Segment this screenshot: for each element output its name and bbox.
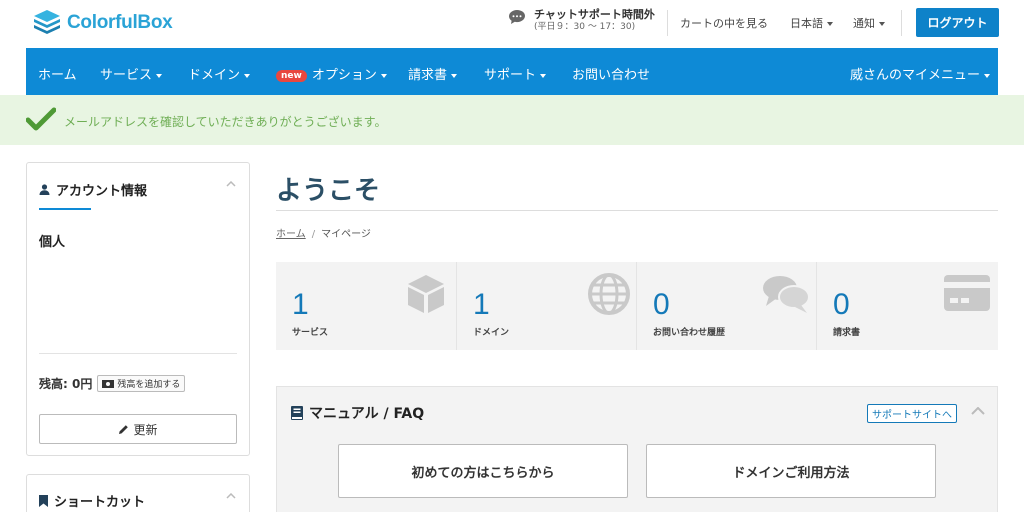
stat-value: 0 <box>653 288 670 321</box>
stat-invoices[interactable]: 0 請求書 <box>816 262 996 350</box>
chevron-up-icon[interactable] <box>971 407 985 415</box>
caret-down-icon <box>451 73 458 78</box>
cart-link[interactable]: カートの中を見る <box>680 15 768 31</box>
breadcrumb-separator: / <box>311 229 316 240</box>
notifications-label: 通知 <box>853 17 875 30</box>
panel-title-text: アカウント情報 <box>56 184 148 199</box>
caret-down-icon <box>380 73 387 78</box>
nav-label: ドメイン <box>188 68 241 83</box>
book-icon <box>291 406 303 420</box>
logo-text: ColorfulBox <box>67 12 173 33</box>
box-icon <box>408 275 444 313</box>
nav-label: 請求書 <box>408 68 448 83</box>
user-menu-label: 威さんのマイメニュー <box>850 68 981 83</box>
update-button[interactable]: 更新 <box>39 414 237 444</box>
nav-item-options[interactable]: new オプション <box>276 64 387 83</box>
stat-label: ドメイン <box>473 328 510 338</box>
panel-title-text: ショートカット <box>54 495 146 510</box>
panel-title-text: マニュアル / FAQ <box>309 406 425 422</box>
notifications-dropdown[interactable]: 通知 <box>853 15 885 31</box>
stat-value: 1 <box>292 288 309 321</box>
caret-down-icon <box>879 22 885 26</box>
account-info-panel: アカウント情報 個人 残高: 0円 残高を追加する 更新 <box>26 162 250 456</box>
logo-icon <box>34 10 60 34</box>
language-label: 日本語 <box>790 17 823 30</box>
caret-down-icon <box>156 73 163 78</box>
checkmark-icon <box>26 107 56 131</box>
header-divider <box>901 10 902 36</box>
logo[interactable]: ColorfulBox <box>32 8 173 38</box>
page-title: ようこそ <box>276 176 381 206</box>
logout-button[interactable]: ログアウト <box>916 8 999 37</box>
main-nav: ホーム サービス ドメイン new オプション 請求書 サポート お問い合わせ 威… <box>26 48 998 95</box>
nav-item-support[interactable]: サポート <box>484 64 547 83</box>
pencil-icon <box>119 424 129 434</box>
nav-item-domains[interactable]: ドメイン <box>188 64 251 83</box>
manual-faq-panel: マニュアル / FAQ サポートサイトへ 初めての方はこちらから ドメインご利用… <box>276 386 998 512</box>
update-label: 更新 <box>133 422 158 437</box>
add-balance-button[interactable]: 残高を追加する <box>97 375 186 392</box>
user-menu[interactable]: 威さんのマイメニュー <box>850 64 991 83</box>
stat-label: サービス <box>292 328 329 338</box>
site-header: ColorfulBox チャットサポート時間外 (平日９：30 ～ 17：30)… <box>0 0 1024 48</box>
stat-value: 0 <box>833 288 850 321</box>
breadcrumb: ホーム / マイページ <box>276 225 371 240</box>
nav-label: サービス <box>100 68 153 83</box>
divider <box>39 353 237 354</box>
stat-inquiries[interactable]: 0 お問い合わせ履歴 <box>636 262 816 350</box>
stats-bar: 1 サービス 1 ドメイン 0 お問い合わせ履歴 0 請求書 <box>276 262 998 350</box>
chat-status-title: チャットサポート時間外 <box>534 8 655 21</box>
header-divider <box>667 10 668 36</box>
stat-label: 請求書 <box>833 328 861 338</box>
globe-icon <box>588 273 630 315</box>
title-underline <box>39 208 91 210</box>
shortcuts-panel: ショートカット <box>26 474 250 512</box>
add-balance-label: 残高を追加する <box>117 380 181 390</box>
nav-label: サポート <box>484 68 537 83</box>
caret-down-icon <box>827 22 833 26</box>
caret-down-icon <box>984 73 991 78</box>
user-icon <box>39 184 50 195</box>
manual-faq-title: マニュアル / FAQ <box>291 403 424 423</box>
nav-item-home[interactable]: ホーム <box>38 64 77 83</box>
bookmark-icon <box>39 494 48 507</box>
stat-label: お問い合わせ履歴 <box>653 328 726 338</box>
account-type: 個人 <box>39 235 66 250</box>
getting-started-button[interactable]: 初めての方はこちらから <box>338 444 628 498</box>
balance: 残高: 0円 残高を追加する <box>39 375 186 392</box>
domain-guide-button[interactable]: ドメインご利用方法 <box>646 444 936 498</box>
new-badge: new <box>276 70 307 82</box>
nav-item-services[interactable]: サービス <box>100 64 163 83</box>
nav-item-contact[interactable]: お問い合わせ <box>572 64 650 83</box>
chat-support-status[interactable]: チャットサポート時間外 (平日９：30 ～ 17：30) <box>508 8 655 33</box>
chat-icon <box>509 10 525 24</box>
chat-bubbles-icon <box>763 276 810 313</box>
money-icon <box>102 379 115 388</box>
breadcrumb-current: マイページ <box>321 229 371 240</box>
chevron-up-icon[interactable] <box>226 181 236 187</box>
breadcrumb-home[interactable]: ホーム <box>276 229 306 240</box>
chevron-up-icon[interactable] <box>226 493 236 499</box>
support-site-link[interactable]: サポートサイトへ <box>867 404 957 423</box>
nav-item-invoices[interactable]: 請求書 <box>408 64 458 83</box>
shortcuts-title[interactable]: ショートカット <box>39 491 145 510</box>
caret-down-icon <box>540 73 547 78</box>
account-info-title[interactable]: アカウント情報 <box>39 180 147 199</box>
credit-card-icon <box>944 275 990 311</box>
chat-hours: (平日９：30 ～ 17：30) <box>534 21 636 32</box>
nav-label: オプション <box>311 68 377 83</box>
caret-down-icon <box>244 73 251 78</box>
stat-value: 1 <box>473 288 490 321</box>
title-rule <box>276 210 998 211</box>
alert-message: メールアドレスを確認していただきありがとうございます。 <box>64 115 387 129</box>
email-verified-alert: メールアドレスを確認していただきありがとうございます。 <box>0 95 1024 145</box>
stat-domains[interactable]: 1 ドメイン <box>456 262 636 350</box>
stat-services[interactable]: 1 サービス <box>276 262 456 350</box>
language-dropdown[interactable]: 日本語 <box>790 15 833 31</box>
balance-text: 残高: 0円 <box>39 377 93 391</box>
